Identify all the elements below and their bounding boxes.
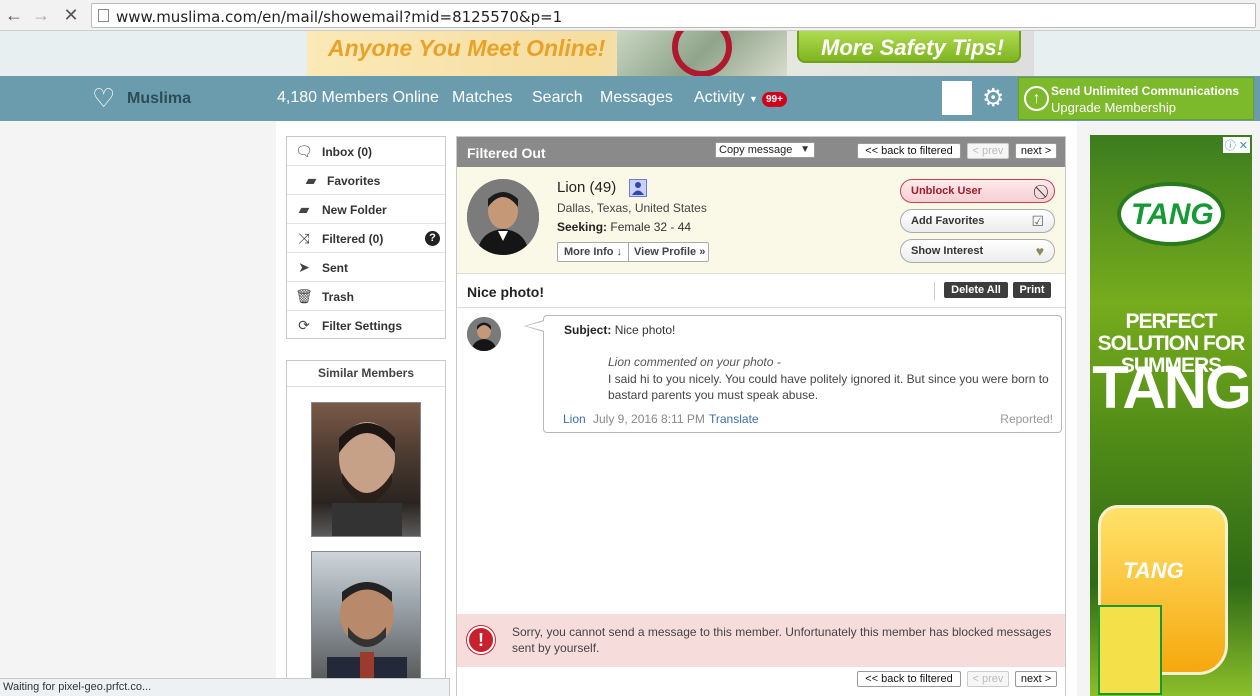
print-button[interactable]: Print [1013,282,1051,298]
folder-inbox[interactable]: 🗨 Inbox (0) [287,137,445,166]
page-icon [98,9,109,22]
browser-status-bar: Waiting for pixel-geo.prfct.co... [0,678,450,696]
members-online-link[interactable]: 4,180 Members Online [277,89,439,107]
activity-badge: 99+ [762,92,787,107]
safety-tips-button[interactable]: More Safety Tips! [797,31,1021,63]
member-photo-2 [327,582,407,685]
blocked-notice: ! Sorry, you cannot send a message to th… [457,614,1065,667]
nav-activity[interactable]: Activity [694,89,745,107]
nav-search[interactable]: Search [532,89,583,107]
message-subject-title: Nice photo! [467,284,544,300]
speech-bubble-icon: 🗨 [295,143,313,159]
similar-members-heading: Similar Members [287,361,445,387]
tang-pack-image [1098,605,1162,695]
blocked-notice-text: Sorry, you cannot send a message to this… [512,625,1052,655]
trash-icon: 🗑 [295,288,313,304]
folder-menu: 🗨 Inbox (0) ▰ Favorites ▰ New Folder ⤨ F… [286,136,446,339]
message-body: I said hi to you nicely. You could have … [608,372,1049,402]
arrow-up-icon: ↑ [1024,86,1049,111]
prev-button[interactable]: < prev [967,143,1009,159]
back-to-filtered-button-bottom[interactable]: << back to filtered [857,671,961,687]
message-subject: Subject: Nice photo! [564,323,676,337]
exclamation-icon: ! [467,626,495,654]
message-avatar[interactable] [467,317,501,351]
translate-link[interactable]: Translate [709,412,759,426]
reported-status: Reported! [1000,412,1053,426]
more-info-button[interactable]: More Info ↓ [564,246,622,258]
folder-favorites[interactable]: ▰ Favorites [287,166,445,195]
upgrade-line2: Upgrade Membership [1051,100,1177,115]
forward-arrow-icon[interactable]: → [30,4,52,26]
tang-logo: TANG [1117,182,1225,246]
back-to-filtered-button[interactable]: << back to filtered [857,143,961,159]
browser-toolbar: ← → ✕ www.muslima.com/en/mail/showemail?… [0,0,1260,31]
similar-members: Similar Members [286,360,446,696]
user-profile-icon [629,179,647,197]
message-note: Lion commented on your photo - [608,355,781,369]
message-sender-link[interactable]: Lion [563,412,586,426]
panel-title: Filtered Out [467,145,546,161]
message-panel: Filtered Out Copy message ▼ << back to f… [456,136,1066,696]
similar-member-photo[interactable] [311,551,421,686]
nav-matches[interactable]: Matches [452,89,512,107]
sender-name[interactable]: Lion (49) [557,179,616,196]
profile-links: More Info ↓ View Profile » [557,242,709,262]
gear-icon[interactable]: ⚙ [982,84,1004,112]
address-bar[interactable]: www.muslima.com/en/mail/showemail?mid=81… [91,3,1256,28]
nav-placeholder-box[interactable] [942,81,972,115]
brand-name: Muslima [127,90,192,107]
sender-photo [467,179,539,255]
sender-location: Dallas, Texas, United States [557,201,707,215]
stop-icon[interactable]: ✕ [60,4,82,26]
chevron-down-icon: ▼ [800,144,810,155]
site-logo[interactable]: ♡ Muslima [92,84,202,112]
add-favorites-button[interactable]: Add Favorites ☑ [900,209,1055,233]
help-icon[interactable]: ? [425,231,440,246]
nav-messages[interactable]: Messages [600,89,673,107]
back-arrow-icon[interactable]: ← [3,4,25,26]
subject-bar: Nice photo! Delete All Print [457,274,1065,308]
side-ad[interactable]: ⓘ ✕ TANG PERFECT SOLUTION FOR SUMMERS TA… [1090,135,1252,696]
refresh-icon: ⟳ [298,317,310,333]
heart-icon: ♥ [1035,243,1044,259]
panel-header: Filtered Out Copy message ▼ << back to f… [457,137,1065,167]
sender-profile: Lion (49) Dallas, Texas, United States S… [457,167,1065,274]
prev-button-bottom[interactable]: < prev [967,671,1009,687]
sender-seeking: Seeking: Female 32 - 44 [557,220,692,234]
view-profile-button[interactable]: View Profile » [634,246,705,258]
checkbox-icon: ☑ [1031,213,1044,229]
message-bubble: Subject: Nice photo! Lion commented on y… [524,315,1062,433]
folder-filter-settings[interactable]: ⟳ Filter Settings [287,311,445,340]
ad-headline: Anyone You Meet Online! [328,35,606,61]
url-text: www.muslima.com/en/mail/showemail?mid=81… [116,8,563,26]
delete-all-button[interactable]: Delete All [944,282,1008,298]
left-gutter [0,121,276,696]
folder-plus-icon: ▰ [298,201,310,217]
similar-member-photo[interactable] [311,402,421,537]
top-banner-ad[interactable]: Anyone You Meet Online! More Safety Tips… [307,31,1034,76]
shuffle-icon: ⤨ [298,230,310,246]
activity-caret-icon[interactable]: ▼ [749,94,758,104]
heart-logo-icon: ♡ [92,83,116,113]
member-photo-1 [332,422,402,536]
next-button[interactable]: next > [1015,143,1057,159]
folder-check-icon: ▰ [305,172,317,188]
folder-sent[interactable]: ➤ Sent [287,253,445,282]
sender-avatar[interactable] [467,179,539,255]
unblock-user-button[interactable]: Unblock User ⃠ [900,179,1055,203]
upgrade-membership-button[interactable]: ↑ Send Unlimited Communications Upgrade … [1018,77,1254,120]
folder-trash[interactable]: 🗑 Trash [287,282,445,311]
folder-filtered[interactable]: ⤨ Filtered (0) ? [287,224,445,253]
next-button-bottom[interactable]: next > [1015,671,1057,687]
copy-message-select[interactable]: Copy message ▼ [715,142,815,158]
upgrade-line1: Send Unlimited Communications [1051,84,1240,98]
folder-new[interactable]: ▰ New Folder [287,195,445,224]
ad-big-text: TANG [1092,354,1252,421]
ad-choices-icon[interactable]: ⓘ ✕ [1222,137,1250,153]
message-date: July 9, 2016 8:11 PM [593,412,705,426]
show-interest-button[interactable]: Show Interest ♥ [900,239,1055,263]
paper-plane-icon: ➤ [298,259,310,275]
